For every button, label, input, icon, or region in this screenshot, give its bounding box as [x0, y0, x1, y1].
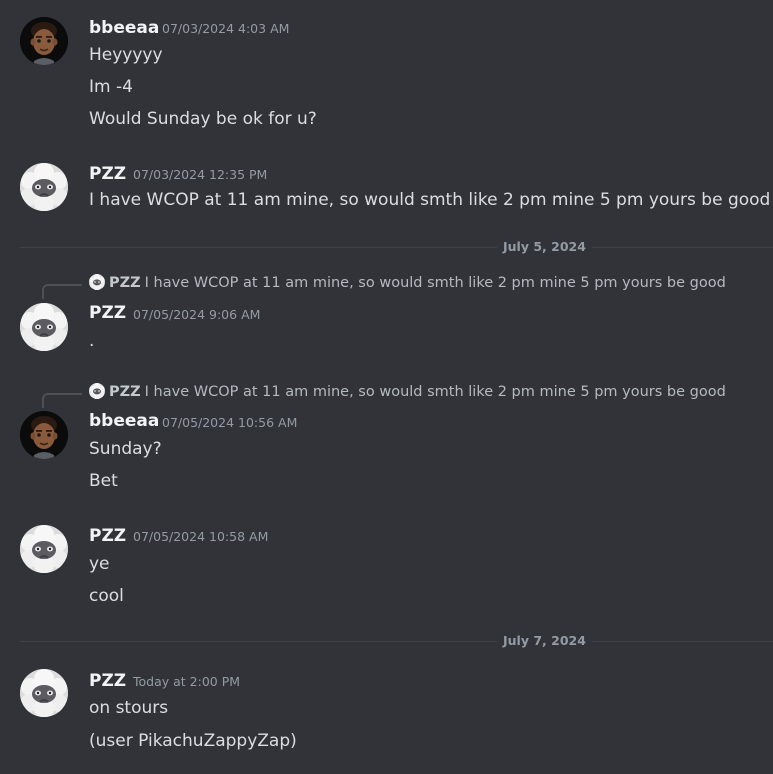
bbeeaa-avatar-icon[interactable] [20, 411, 68, 459]
reply-text: I have WCOP at 11 am mine, so would smth… [144, 384, 726, 400]
reply-connector [42, 393, 82, 408]
message-text: on stours [89, 698, 169, 718]
bbeeaa-avatar-icon[interactable] [20, 17, 68, 65]
message-text: Im -4 [89, 77, 133, 97]
reply-connector [42, 284, 82, 299]
date-divider-label: July 7, 2024 [497, 633, 592, 649]
username[interactable]: PZZ [89, 671, 126, 691]
message-text: cool [89, 586, 124, 606]
pzz-avatar-icon[interactable] [20, 669, 68, 717]
username[interactable]: bbeeaa [89, 411, 159, 431]
username[interactable]: PZZ [89, 526, 126, 546]
message-text: Sunday? [89, 439, 162, 459]
pzz-avatar-icon[interactable] [20, 525, 68, 573]
pzz-avatar-icon[interactable] [20, 303, 68, 351]
reply-avatar-icon [89, 383, 105, 399]
message-text: Bet [89, 471, 118, 491]
reply-author: PZZ [109, 384, 141, 400]
username[interactable]: PZZ [89, 164, 126, 184]
message-timestamp[interactable]: 07/05/2024 10:56 AM [162, 413, 297, 433]
message-text: ye [89, 554, 110, 574]
reply-text: I have WCOP at 11 am mine, so would smth… [144, 275, 726, 291]
message-text: (user PikachuZappyZap) [89, 731, 297, 751]
chat-message-list: bbeeaa 07/03/2024 4:03 AM Heyyyyy Im -4 … [0, 0, 773, 774]
message-timestamp[interactable]: 07/05/2024 10:58 AM [133, 527, 268, 547]
date-divider-label: July 5, 2024 [497, 239, 592, 255]
reply-preview[interactable]: PZZ I have WCOP at 11 am mine, so would s… [89, 382, 726, 402]
message-timestamp[interactable]: 07/05/2024 9:06 AM [133, 305, 260, 325]
date-divider [20, 641, 773, 642]
pzz-avatar-icon[interactable] [20, 163, 68, 211]
username[interactable]: PZZ [89, 303, 126, 323]
reply-preview[interactable]: PZZ I have WCOP at 11 am mine, so would s… [89, 273, 726, 293]
message-timestamp[interactable]: 07/03/2024 12:35 PM [133, 165, 267, 185]
message-timestamp[interactable]: 07/03/2024 4:03 AM [162, 19, 289, 39]
message-text: I have WCOP at 11 am mine, so would smth… [89, 190, 771, 210]
username[interactable]: bbeeaa [89, 18, 159, 38]
date-divider [20, 247, 773, 248]
message-text: . [89, 331, 95, 351]
message-text: Heyyyyy [89, 45, 163, 65]
message-text: Would Sunday be ok for u? [89, 109, 317, 129]
reply-author: PZZ [109, 275, 141, 291]
reply-avatar-icon [89, 274, 105, 290]
message-timestamp[interactable]: Today at 2:00 PM [133, 672, 240, 692]
